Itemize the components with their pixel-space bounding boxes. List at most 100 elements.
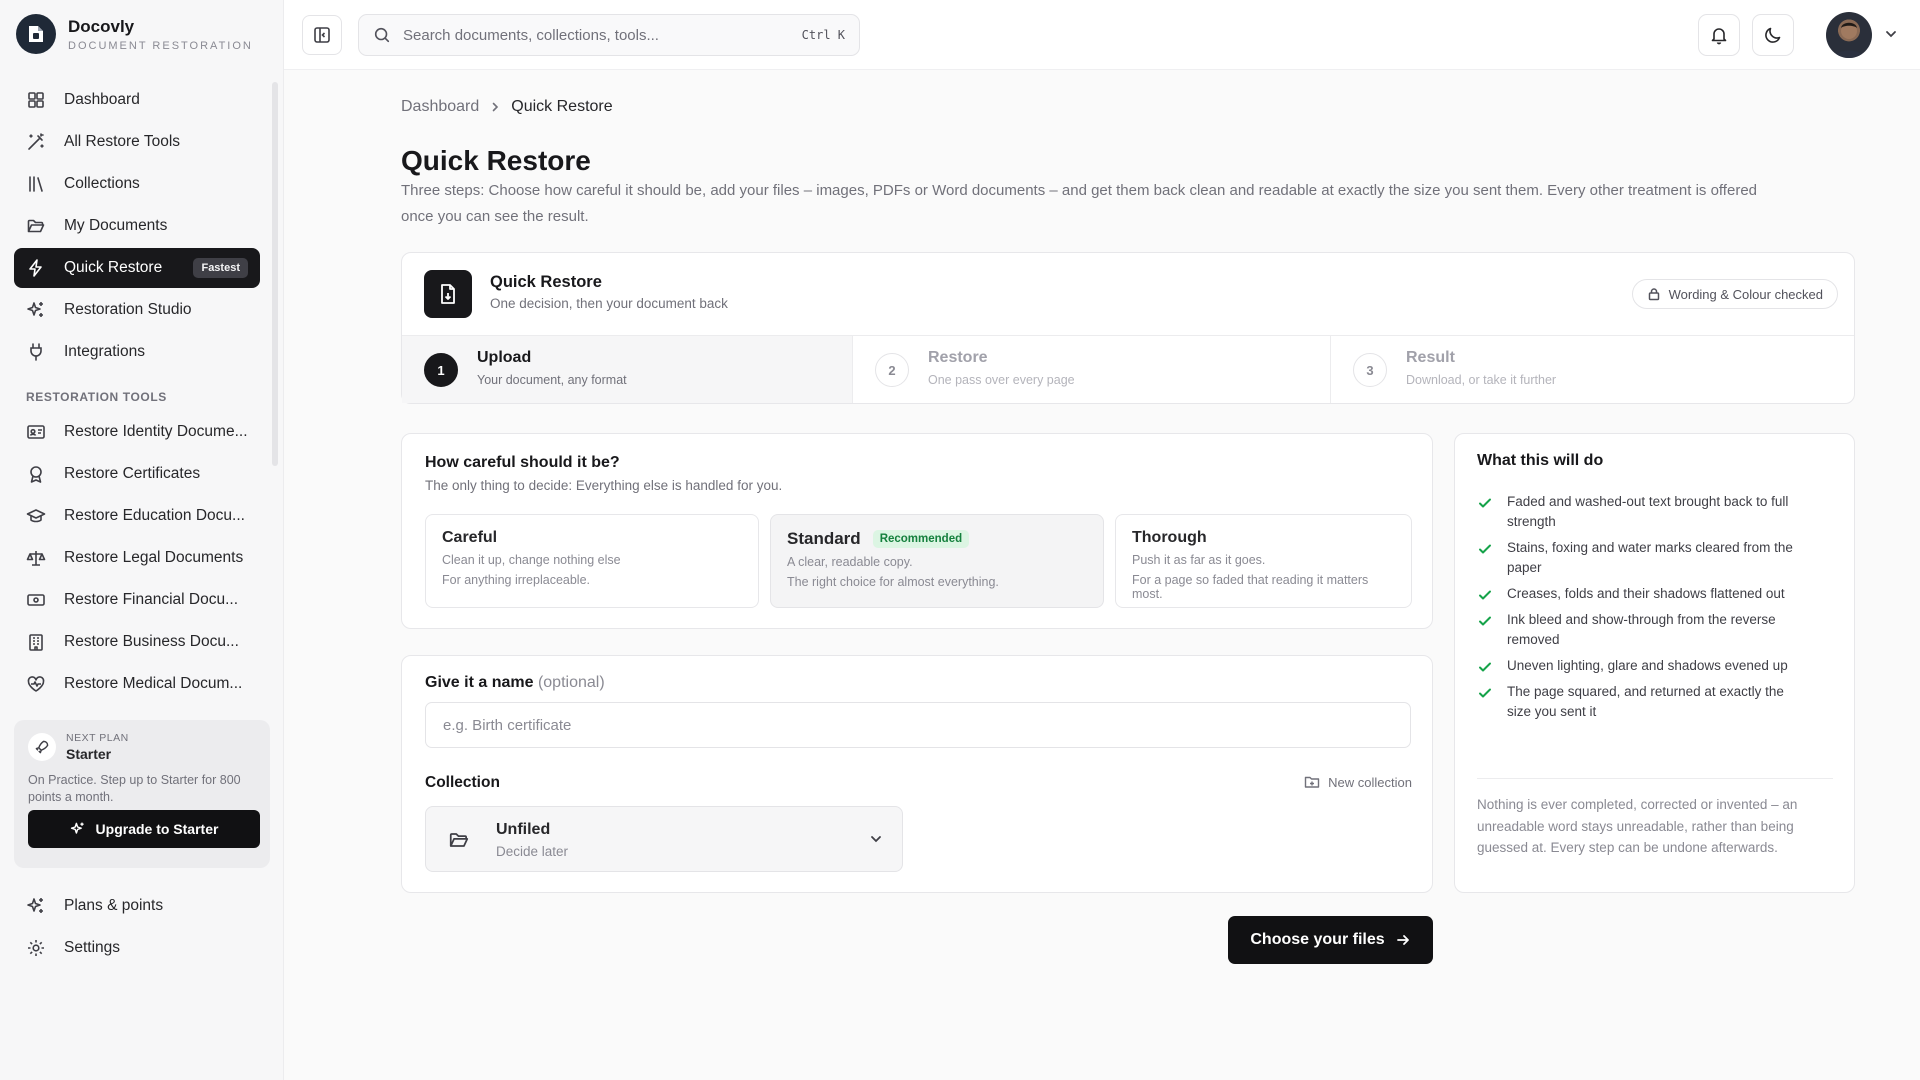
- theme-toggle-button[interactable]: [1752, 14, 1794, 56]
- sparkles-icon: [26, 300, 46, 320]
- sidebar-item-label: Quick Restore: [64, 259, 163, 276]
- sidebar-item-plans-points[interactable]: Plans & points: [14, 886, 260, 926]
- sidebar-item-all-restore-tools[interactable]: All Restore Tools: [14, 122, 260, 162]
- list-item: Creases, folds and their shadows flatten…: [1477, 584, 1807, 604]
- folder-open-icon: [26, 216, 46, 236]
- sidebar-item-label: Restore Financial Docu...: [64, 591, 239, 608]
- sidebar-item-restore-legal[interactable]: Restore Legal Documents: [14, 538, 260, 578]
- new-collection-label: New collection: [1328, 774, 1412, 790]
- collection-select[interactable]: Unfiled Decide later: [425, 806, 903, 872]
- step-upload[interactable]: 1 Upload Your document, any format: [402, 336, 853, 403]
- sidebar-item-restore-business[interactable]: Restore Business Docu...: [14, 622, 260, 662]
- notifications-button[interactable]: [1698, 14, 1740, 56]
- divider: [1477, 778, 1833, 779]
- list-item-text: Faded and washed-out text brought back t…: [1507, 494, 1789, 529]
- sidebar-item-settings[interactable]: Settings: [14, 928, 260, 968]
- plug-icon: [26, 342, 46, 362]
- chevron-down-icon[interactable]: [1884, 27, 1898, 41]
- fastest-badge: Fastest: [193, 258, 248, 278]
- page-description: Three steps: Choose how careful it shoul…: [401, 182, 1757, 225]
- topbar: Ctrl K: [284, 0, 1920, 70]
- step-title: Restore: [928, 349, 988, 366]
- check-icon: [1477, 659, 1493, 675]
- sidebar-item-label: Collections: [64, 175, 140, 192]
- list-item-text: Stains, foxing and water marks cleared f…: [1507, 540, 1793, 575]
- sparkles-icon: [70, 821, 86, 837]
- chevron-right-icon: [489, 101, 501, 113]
- sidebar-item-restore-certificates[interactable]: Restore Certificates: [14, 454, 260, 494]
- search-input[interactable]: [403, 26, 802, 44]
- sidebar-item-label: My Documents: [64, 217, 168, 234]
- brand[interactable]: Docovly DOCUMENT RESTORATION: [16, 14, 253, 54]
- name-collection-card: Give it a name (optional) Collection New…: [401, 655, 1433, 893]
- list-item: Uneven lighting, glare and shadows evene…: [1477, 656, 1807, 676]
- scale-icon: [26, 548, 46, 568]
- gear-icon: [26, 938, 46, 958]
- sidebar-item-label: Restore Identity Docume...: [64, 423, 248, 440]
- sidebar-item-restore-identity[interactable]: Restore Identity Docume...: [14, 412, 260, 452]
- plan-kicker: NEXT PLAN: [66, 732, 129, 744]
- check-icon: [1477, 685, 1493, 701]
- option-line: A clear, readable copy.: [787, 555, 913, 569]
- list-item: Ink bleed and show-through from the reve…: [1477, 610, 1807, 650]
- bell-icon: [1709, 25, 1729, 45]
- sidebar-item-restoration-studio[interactable]: Restoration Studio: [14, 290, 260, 330]
- sidebar-item-label: Restore Business Docu...: [64, 633, 239, 650]
- name-label-text: Give it a name: [425, 674, 534, 691]
- step-result: 3 Result Download, or take it further: [1331, 336, 1854, 403]
- option-careful[interactable]: Careful Clean it up, change nothing else…: [425, 514, 759, 608]
- sidebar-item-label: Restore Legal Documents: [64, 549, 244, 566]
- care-subtitle: The only thing to decide: Everything els…: [425, 478, 783, 493]
- what-this-will-do-card: What this will do Faded and washed-out t…: [1454, 433, 1855, 893]
- new-collection-button[interactable]: New collection: [1304, 774, 1412, 790]
- sidebar-scrollbar[interactable]: [272, 82, 278, 466]
- list-item: Stains, foxing and water marks cleared f…: [1477, 538, 1807, 578]
- sidebar-item-my-documents[interactable]: My Documents: [14, 206, 260, 246]
- sidebar-item-quick-restore[interactable]: Quick Restore Fastest: [14, 248, 260, 288]
- sidebar-item-restore-education[interactable]: Restore Education Docu...: [14, 496, 260, 536]
- step-title: Upload: [477, 349, 532, 366]
- sidebar-item-collections[interactable]: Collections: [14, 164, 260, 204]
- lightning-icon: [26, 258, 46, 278]
- care-title: How careful should it be?: [425, 454, 620, 471]
- collection-subtext: Decide later: [496, 844, 569, 859]
- plan-description: On Practice. Step up to Starter for 800 …: [28, 773, 241, 804]
- what-note: Nothing is ever completed, corrected or …: [1477, 797, 1798, 855]
- option-thorough[interactable]: Thorough Push it as far as it goes. For …: [1115, 514, 1412, 608]
- sidebar: Docovly DOCUMENT RESTORATION Dashboard A…: [0, 0, 284, 1080]
- list-item: Faded and washed-out text brought back t…: [1477, 492, 1807, 532]
- graduation-cap-icon: [26, 506, 46, 526]
- sidebar-item-label: Restore Medical Docum...: [64, 675, 243, 692]
- stepper-title: Quick Restore: [490, 273, 602, 291]
- sidebar-item-dashboard[interactable]: Dashboard: [14, 80, 260, 120]
- name-label: Give it a name (optional): [425, 674, 605, 692]
- sidebar-item-restore-medical[interactable]: Restore Medical Docum...: [14, 664, 260, 704]
- wording-colour-checked-chip: Wording & Colour checked: [1631, 279, 1838, 309]
- id-card-icon: [26, 422, 46, 442]
- breadcrumb-dashboard[interactable]: Dashboard: [401, 98, 479, 116]
- option-line: For a page so faded that reading it matt…: [1132, 573, 1369, 601]
- search-bar: Ctrl K: [358, 14, 860, 56]
- user-avatar[interactable]: [1826, 12, 1872, 58]
- grid-icon: [26, 90, 46, 110]
- sidebar-item-label: Plans & points: [64, 897, 164, 914]
- rocket-icon: [28, 733, 56, 761]
- document-name-input[interactable]: [425, 702, 1411, 748]
- sidebar-item-restore-financial[interactable]: Restore Financial Docu...: [14, 580, 260, 620]
- upgrade-button[interactable]: Upgrade to Starter: [28, 810, 260, 848]
- step-restore: 2 Restore One pass over every page: [853, 336, 1331, 403]
- check-icon: [1477, 587, 1493, 603]
- list-item-text: Ink bleed and show-through from the reve…: [1507, 612, 1776, 647]
- banknote-icon: [26, 590, 46, 610]
- option-title: Thorough: [1132, 529, 1207, 546]
- option-title: Standard: [787, 529, 861, 548]
- sidebar-item-integrations[interactable]: Integrations: [14, 332, 260, 372]
- page-title: Quick Restore: [401, 145, 591, 176]
- step-title: Result: [1406, 349, 1455, 366]
- sidebar-toggle-button[interactable]: [302, 15, 342, 55]
- step-subtitle: Your document, any format: [477, 373, 627, 387]
- choose-files-button[interactable]: Choose your files: [1228, 916, 1433, 964]
- option-line: For anything irreplaceable.: [442, 573, 590, 587]
- option-standard[interactable]: Standard Recommended A clear, readable c…: [770, 514, 1104, 608]
- sidebar-item-label: Restore Certificates: [64, 465, 201, 482]
